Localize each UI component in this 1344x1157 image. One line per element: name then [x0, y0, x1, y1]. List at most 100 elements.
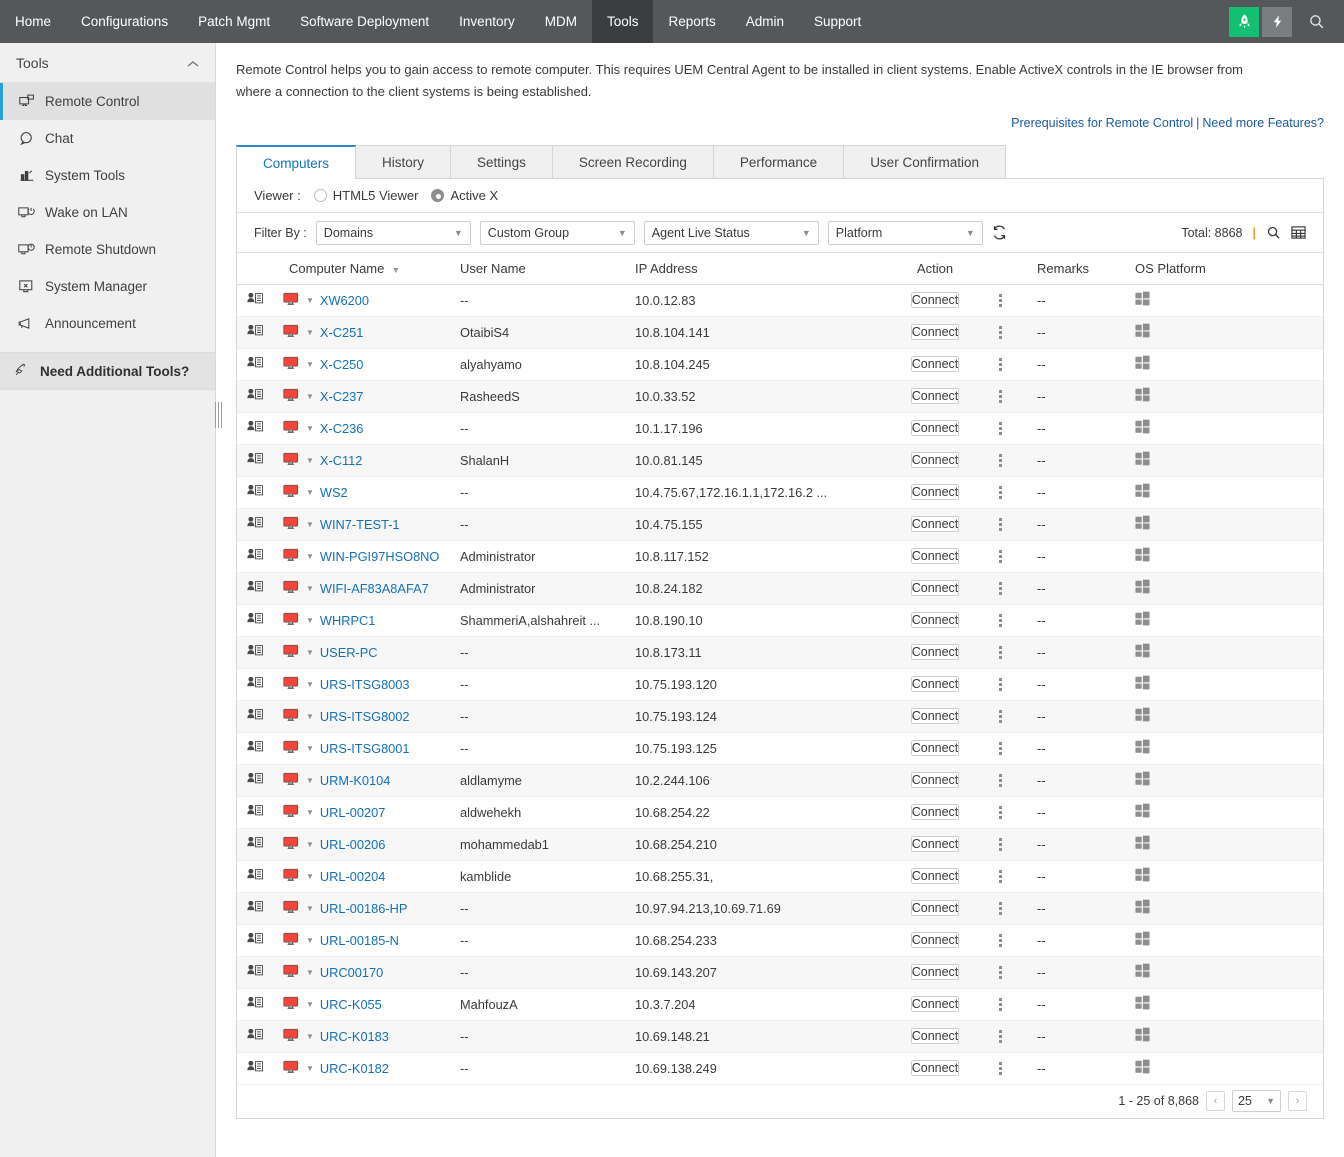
- rocket-icon[interactable]: [1229, 7, 1259, 37]
- kebab-menu-icon[interactable]: [995, 870, 1037, 883]
- chevron-down-icon[interactable]: ▼: [306, 584, 314, 593]
- connect-button[interactable]: Connect: [911, 452, 960, 468]
- monitor-offline-icon[interactable]: [283, 964, 300, 981]
- next-page-button[interactable]: ›: [1288, 1091, 1307, 1111]
- table-row[interactable]: ▼WIN-PGI97HSO8NOAdministrator10.8.117.15…: [237, 540, 1323, 572]
- more-actions-cell[interactable]: [995, 668, 1037, 700]
- table-row[interactable]: ▼URS-ITSG8001--10.75.193.125Connect--: [237, 732, 1323, 764]
- monitor-offline-icon[interactable]: [283, 484, 300, 501]
- connect-button[interactable]: Connect: [911, 548, 960, 564]
- connect-button[interactable]: Connect: [911, 580, 960, 596]
- computer-name-link[interactable]: X-C236: [320, 421, 363, 436]
- domains-filter[interactable]: Domains ▼: [316, 221, 471, 245]
- connect-button[interactable]: Connect: [911, 484, 960, 500]
- table-row[interactable]: ▼URC-K0183--10.69.148.21Connect--: [237, 1020, 1323, 1052]
- chevron-down-icon[interactable]: ▼: [306, 776, 314, 785]
- row-select-cell[interactable]: [237, 988, 275, 1020]
- more-actions-cell[interactable]: [995, 348, 1037, 380]
- select-user-icon[interactable]: [237, 806, 264, 821]
- select-user-icon[interactable]: [237, 390, 264, 405]
- column-computer-name[interactable]: Computer Name▼: [275, 253, 460, 284]
- monitor-offline-icon[interactable]: [283, 996, 300, 1013]
- kebab-menu-icon[interactable]: [995, 934, 1037, 947]
- row-select-cell[interactable]: [237, 924, 275, 956]
- row-select-cell[interactable]: [237, 860, 275, 892]
- more-actions-cell[interactable]: [995, 764, 1037, 796]
- select-user-icon[interactable]: [237, 614, 264, 629]
- computer-name-link[interactable]: URS-ITSG8001: [320, 741, 410, 756]
- connect-button[interactable]: Connect: [911, 836, 960, 852]
- row-select-cell[interactable]: [237, 508, 275, 540]
- select-user-icon[interactable]: [237, 934, 264, 949]
- chevron-down-icon[interactable]: ▼: [306, 648, 314, 657]
- tab-settings[interactable]: Settings: [450, 145, 553, 179]
- more-actions-cell[interactable]: [995, 636, 1037, 668]
- row-select-cell[interactable]: [237, 764, 275, 796]
- topnav-item-tools[interactable]: Tools: [592, 0, 654, 43]
- row-select-cell[interactable]: [237, 668, 275, 700]
- monitor-offline-icon[interactable]: [283, 1060, 300, 1077]
- table-row[interactable]: ▼X-C112ShalanH10.0.81.145Connect--: [237, 444, 1323, 476]
- monitor-offline-icon[interactable]: [283, 324, 300, 341]
- table-row[interactable]: ▼X-C250alyahyamo10.8.104.245Connect--: [237, 348, 1323, 380]
- chevron-down-icon[interactable]: ▼: [306, 840, 314, 849]
- table-row[interactable]: ▼X-C236--10.1.17.196Connect--: [237, 412, 1323, 444]
- monitor-offline-icon[interactable]: [283, 292, 300, 309]
- connect-button[interactable]: Connect: [911, 900, 960, 916]
- chevron-down-icon[interactable]: ▼: [306, 328, 314, 337]
- topnav-item-software-deployment[interactable]: Software Deployment: [285, 0, 444, 43]
- more-actions-cell[interactable]: [995, 380, 1037, 412]
- kebab-menu-icon[interactable]: [995, 838, 1037, 851]
- sidebar-header[interactable]: Tools: [0, 43, 215, 83]
- table-row[interactable]: ▼URM-K0104aldlamyme10.2.244.106Connect--: [237, 764, 1323, 796]
- chevron-down-icon[interactable]: ▼: [306, 488, 314, 497]
- page-size-select[interactable]: 25 ▼: [1232, 1090, 1281, 1112]
- table-row[interactable]: ▼XW6200--10.0.12.83Connect--: [237, 284, 1323, 316]
- more-actions-cell[interactable]: [995, 988, 1037, 1020]
- connect-button[interactable]: Connect: [911, 612, 960, 628]
- sidebar-item-system-tools[interactable]: System Tools: [0, 157, 215, 194]
- table-row[interactable]: ▼X-C251OtaibiS410.8.104.141Connect--: [237, 316, 1323, 348]
- select-user-icon[interactable]: [237, 358, 264, 373]
- row-select-cell[interactable]: [237, 604, 275, 636]
- connect-button[interactable]: Connect: [911, 516, 960, 532]
- computer-name-link[interactable]: WS2: [320, 485, 348, 500]
- kebab-menu-icon[interactable]: [995, 710, 1037, 723]
- monitor-offline-icon[interactable]: [283, 388, 300, 405]
- computer-name-link[interactable]: URM-K0104: [320, 773, 390, 788]
- monitor-offline-icon[interactable]: [283, 772, 300, 789]
- table-row[interactable]: ▼X-C237RasheedS10.0.33.52Connect--: [237, 380, 1323, 412]
- kebab-menu-icon[interactable]: [995, 646, 1037, 659]
- sidebar-item-remote-control[interactable]: Remote Control: [0, 83, 215, 120]
- chevron-down-icon[interactable]: ▼: [306, 904, 314, 913]
- connect-button[interactable]: Connect: [911, 996, 960, 1012]
- row-select-cell[interactable]: [237, 732, 275, 764]
- connect-button[interactable]: Connect: [911, 964, 960, 980]
- computer-name-link[interactable]: URL-00206: [320, 837, 385, 852]
- select-user-icon[interactable]: [237, 582, 264, 597]
- table-row[interactable]: ▼URL-00206mohammedab110.68.254.210Connec…: [237, 828, 1323, 860]
- row-select-cell[interactable]: [237, 1020, 275, 1052]
- table-row[interactable]: ▼WS2--10.4.75.67,172.16.1.1,172.16.2 ...…: [237, 476, 1323, 508]
- table-row[interactable]: ▼URS-ITSG8003--10.75.193.120Connect--: [237, 668, 1323, 700]
- connect-button[interactable]: Connect: [911, 292, 960, 308]
- chevron-down-icon[interactable]: ▼: [306, 392, 314, 401]
- select-user-icon[interactable]: [237, 966, 264, 981]
- more-actions-cell[interactable]: [995, 604, 1037, 636]
- monitor-offline-icon[interactable]: [283, 516, 300, 533]
- monitor-offline-icon[interactable]: [283, 676, 300, 693]
- computer-name-link[interactable]: URS-ITSG8002: [320, 709, 410, 724]
- table-row[interactable]: ▼URL-00207aldwehekh10.68.254.22Connect--: [237, 796, 1323, 828]
- select-user-icon[interactable]: [237, 774, 264, 789]
- kebab-menu-icon[interactable]: [995, 422, 1037, 435]
- select-user-icon[interactable]: [237, 678, 264, 693]
- select-user-icon[interactable]: [237, 550, 264, 565]
- chevron-down-icon[interactable]: ▼: [306, 1032, 314, 1041]
- more-actions-cell[interactable]: [995, 956, 1037, 988]
- connect-button[interactable]: Connect: [911, 804, 960, 820]
- more-actions-cell[interactable]: [995, 732, 1037, 764]
- kebab-menu-icon[interactable]: [995, 486, 1037, 499]
- computer-name-link[interactable]: X-C251: [320, 325, 363, 340]
- connect-button[interactable]: Connect: [911, 1028, 960, 1044]
- more-actions-cell[interactable]: [995, 508, 1037, 540]
